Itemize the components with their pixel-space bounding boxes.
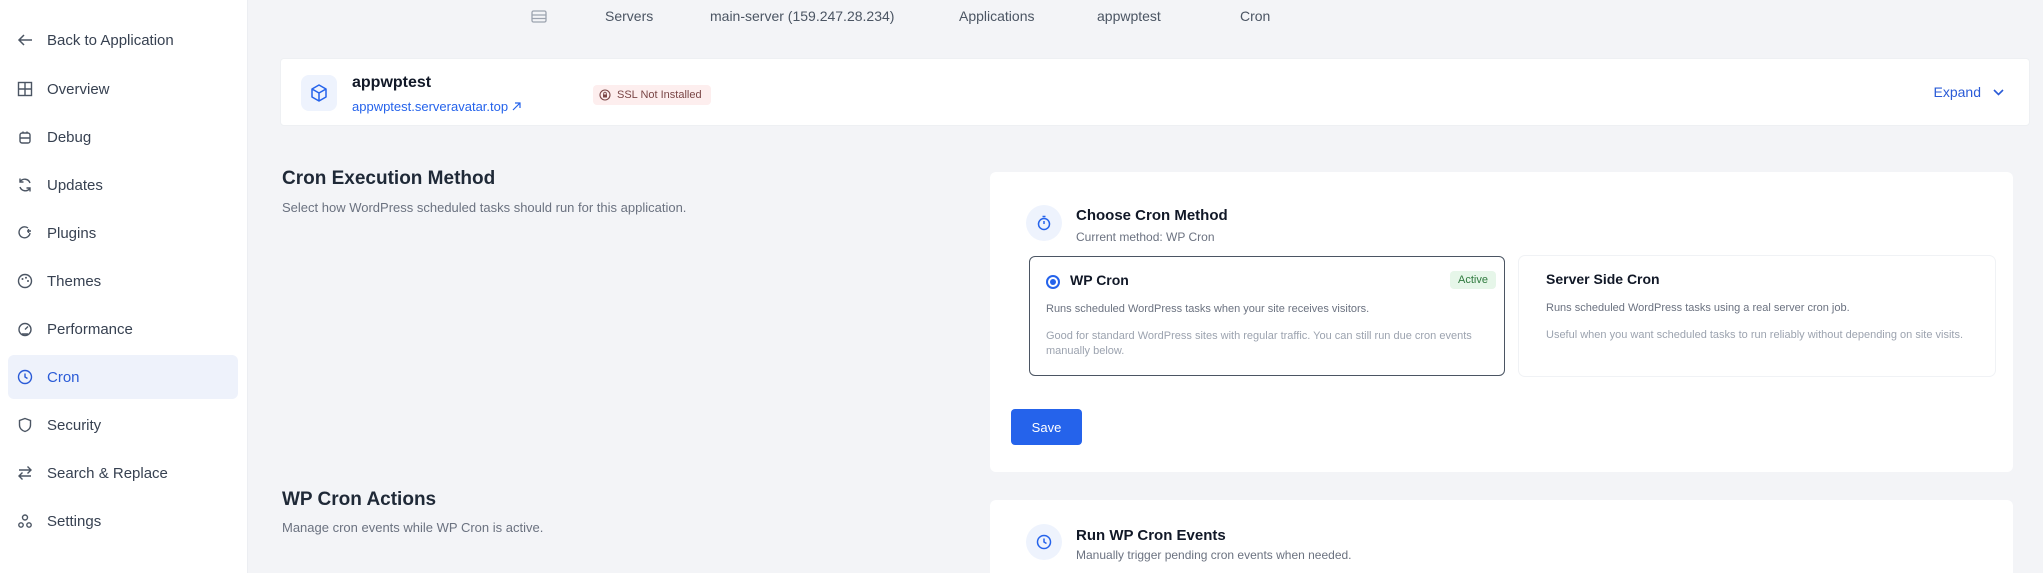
lock-icon xyxy=(599,89,611,101)
breadcrumb-application[interactable]: appwptest xyxy=(1097,8,1161,24)
breadcrumb-current: Cron xyxy=(1240,8,1271,24)
users-settings-icon xyxy=(16,512,34,530)
sidebar-item-label: Security xyxy=(47,416,102,434)
plug-icon xyxy=(16,224,34,242)
breadcrumb: Servers main-server (159.247.28.234) App… xyxy=(248,0,2043,34)
server-side-cron-option-title: Server Side Cron xyxy=(1546,271,1660,287)
wp-cron-actions-panel: Run WP Cron Events Manually trigger pend… xyxy=(990,500,2013,573)
chevron-down-icon xyxy=(1993,88,2004,96)
server-side-cron-option-description: Runs scheduled WordPress tasks using a r… xyxy=(1546,302,1850,314)
sidebar-item-overview[interactable]: Overview xyxy=(8,67,238,111)
application-header-card: appwptest appwptest.serveravatar.top SSL… xyxy=(280,58,2030,126)
sidebar-item-label: Updates xyxy=(47,176,103,194)
wp-cron-option-description: Runs scheduled WordPress tasks when your… xyxy=(1046,303,1370,315)
sidebar-item-label: Search & Replace xyxy=(47,464,168,482)
sidebar-item-label: Themes xyxy=(47,272,102,290)
refresh-icon xyxy=(16,176,34,194)
breadcrumb-applications[interactable]: Applications xyxy=(959,8,1035,24)
gauge-icon xyxy=(16,320,34,338)
sidebar-item-cron[interactable]: Cron xyxy=(8,355,238,399)
active-badge: Active xyxy=(1450,271,1496,289)
sidebar-item-label: Cron xyxy=(47,368,80,386)
sidebar-item-label: Settings xyxy=(47,512,102,530)
sidebar-item-label: Plugins xyxy=(47,224,97,242)
arrow-left-icon xyxy=(16,31,34,49)
cron-method-title: Cron Execution Method xyxy=(282,168,496,189)
server-side-cron-option[interactable]: Server Side Cron Runs scheduled WordPres… xyxy=(1519,256,1995,376)
expand-button[interactable]: Expand xyxy=(1934,84,2004,100)
app-icon-container xyxy=(301,75,337,111)
app-domain-text: appwptest.serveravatar.top xyxy=(352,99,509,114)
external-link-icon xyxy=(512,102,521,111)
wp-cron-option-title: WP Cron xyxy=(1070,272,1129,288)
cube-icon xyxy=(311,84,327,102)
sidebar-item-security[interactable]: Security xyxy=(8,403,238,447)
breadcrumb-server[interactable]: main-server (159.247.28.234) xyxy=(710,8,894,24)
wp-cron-option[interactable]: WP Cron Active Runs scheduled WordPress … xyxy=(1029,256,1505,376)
choose-cron-method-title: Choose Cron Method xyxy=(1076,207,1228,224)
run-wp-cron-events-subtitle: Manually trigger pending cron events whe… xyxy=(1076,548,1352,562)
back-label: Back to Application xyxy=(47,31,174,49)
app-domain-link[interactable]: appwptest.serveravatar.top xyxy=(352,99,521,114)
expand-label: Expand xyxy=(1933,84,1981,100)
swap-arrows-icon xyxy=(16,464,34,482)
sidebar-item-settings[interactable]: Settings xyxy=(8,499,238,543)
sidebar-item-plugins[interactable]: Plugins xyxy=(8,211,238,255)
save-button[interactable]: Save xyxy=(1011,409,1082,445)
cron-method-panel: Choose Cron Method Current method: WP Cr… xyxy=(990,172,2013,472)
cron-method-description: Select how WordPress scheduled tasks sho… xyxy=(282,200,687,215)
shield-icon xyxy=(16,416,34,434)
app-name: appwptest xyxy=(352,74,432,91)
sidebar-item-performance[interactable]: Performance xyxy=(8,307,238,351)
timer-icon xyxy=(1037,215,1051,231)
ssl-status-text: SSL Not Installed xyxy=(617,89,702,101)
run-wp-cron-events-title: Run WP Cron Events xyxy=(1076,527,1226,544)
sidebar-item-debug[interactable]: Debug xyxy=(8,115,238,159)
wp-cron-option-note: Good for standard WordPress sites with r… xyxy=(1046,330,1472,357)
breadcrumb-servers[interactable]: Servers xyxy=(605,8,653,24)
server-icon xyxy=(531,10,547,23)
grid-icon xyxy=(16,80,34,98)
clock-icon xyxy=(1036,534,1052,550)
ssl-status-badge: SSL Not Installed xyxy=(593,85,711,105)
sidebar-item-label: Performance xyxy=(47,320,133,338)
sidebar-item-search-replace[interactable]: Search & Replace xyxy=(8,451,238,495)
current-method-text: Current method: WP Cron xyxy=(1076,230,1215,244)
palette-icon xyxy=(16,272,34,290)
sidebar-item-updates[interactable]: Updates xyxy=(8,163,238,207)
wp-cron-radio[interactable] xyxy=(1046,275,1060,289)
timer-icon-container xyxy=(1026,205,1062,241)
clock-icon-container xyxy=(1026,524,1062,560)
sidebar: Back to Application Overview Debug Updat… xyxy=(0,0,248,573)
wp-cron-actions-description: Manage cron events while WP Cron is acti… xyxy=(282,520,544,535)
sidebar-item-label: Debug xyxy=(47,128,92,146)
server-side-cron-option-note: Useful when you want scheduled tasks to … xyxy=(1546,329,1964,341)
wp-cron-actions-title: WP Cron Actions xyxy=(282,489,437,510)
bug-icon xyxy=(16,128,34,146)
sidebar-item-themes[interactable]: Themes xyxy=(8,259,238,303)
back-to-application-link[interactable]: Back to Application xyxy=(8,18,238,62)
clock-icon xyxy=(16,368,34,386)
sidebar-item-label: Overview xyxy=(47,80,110,98)
